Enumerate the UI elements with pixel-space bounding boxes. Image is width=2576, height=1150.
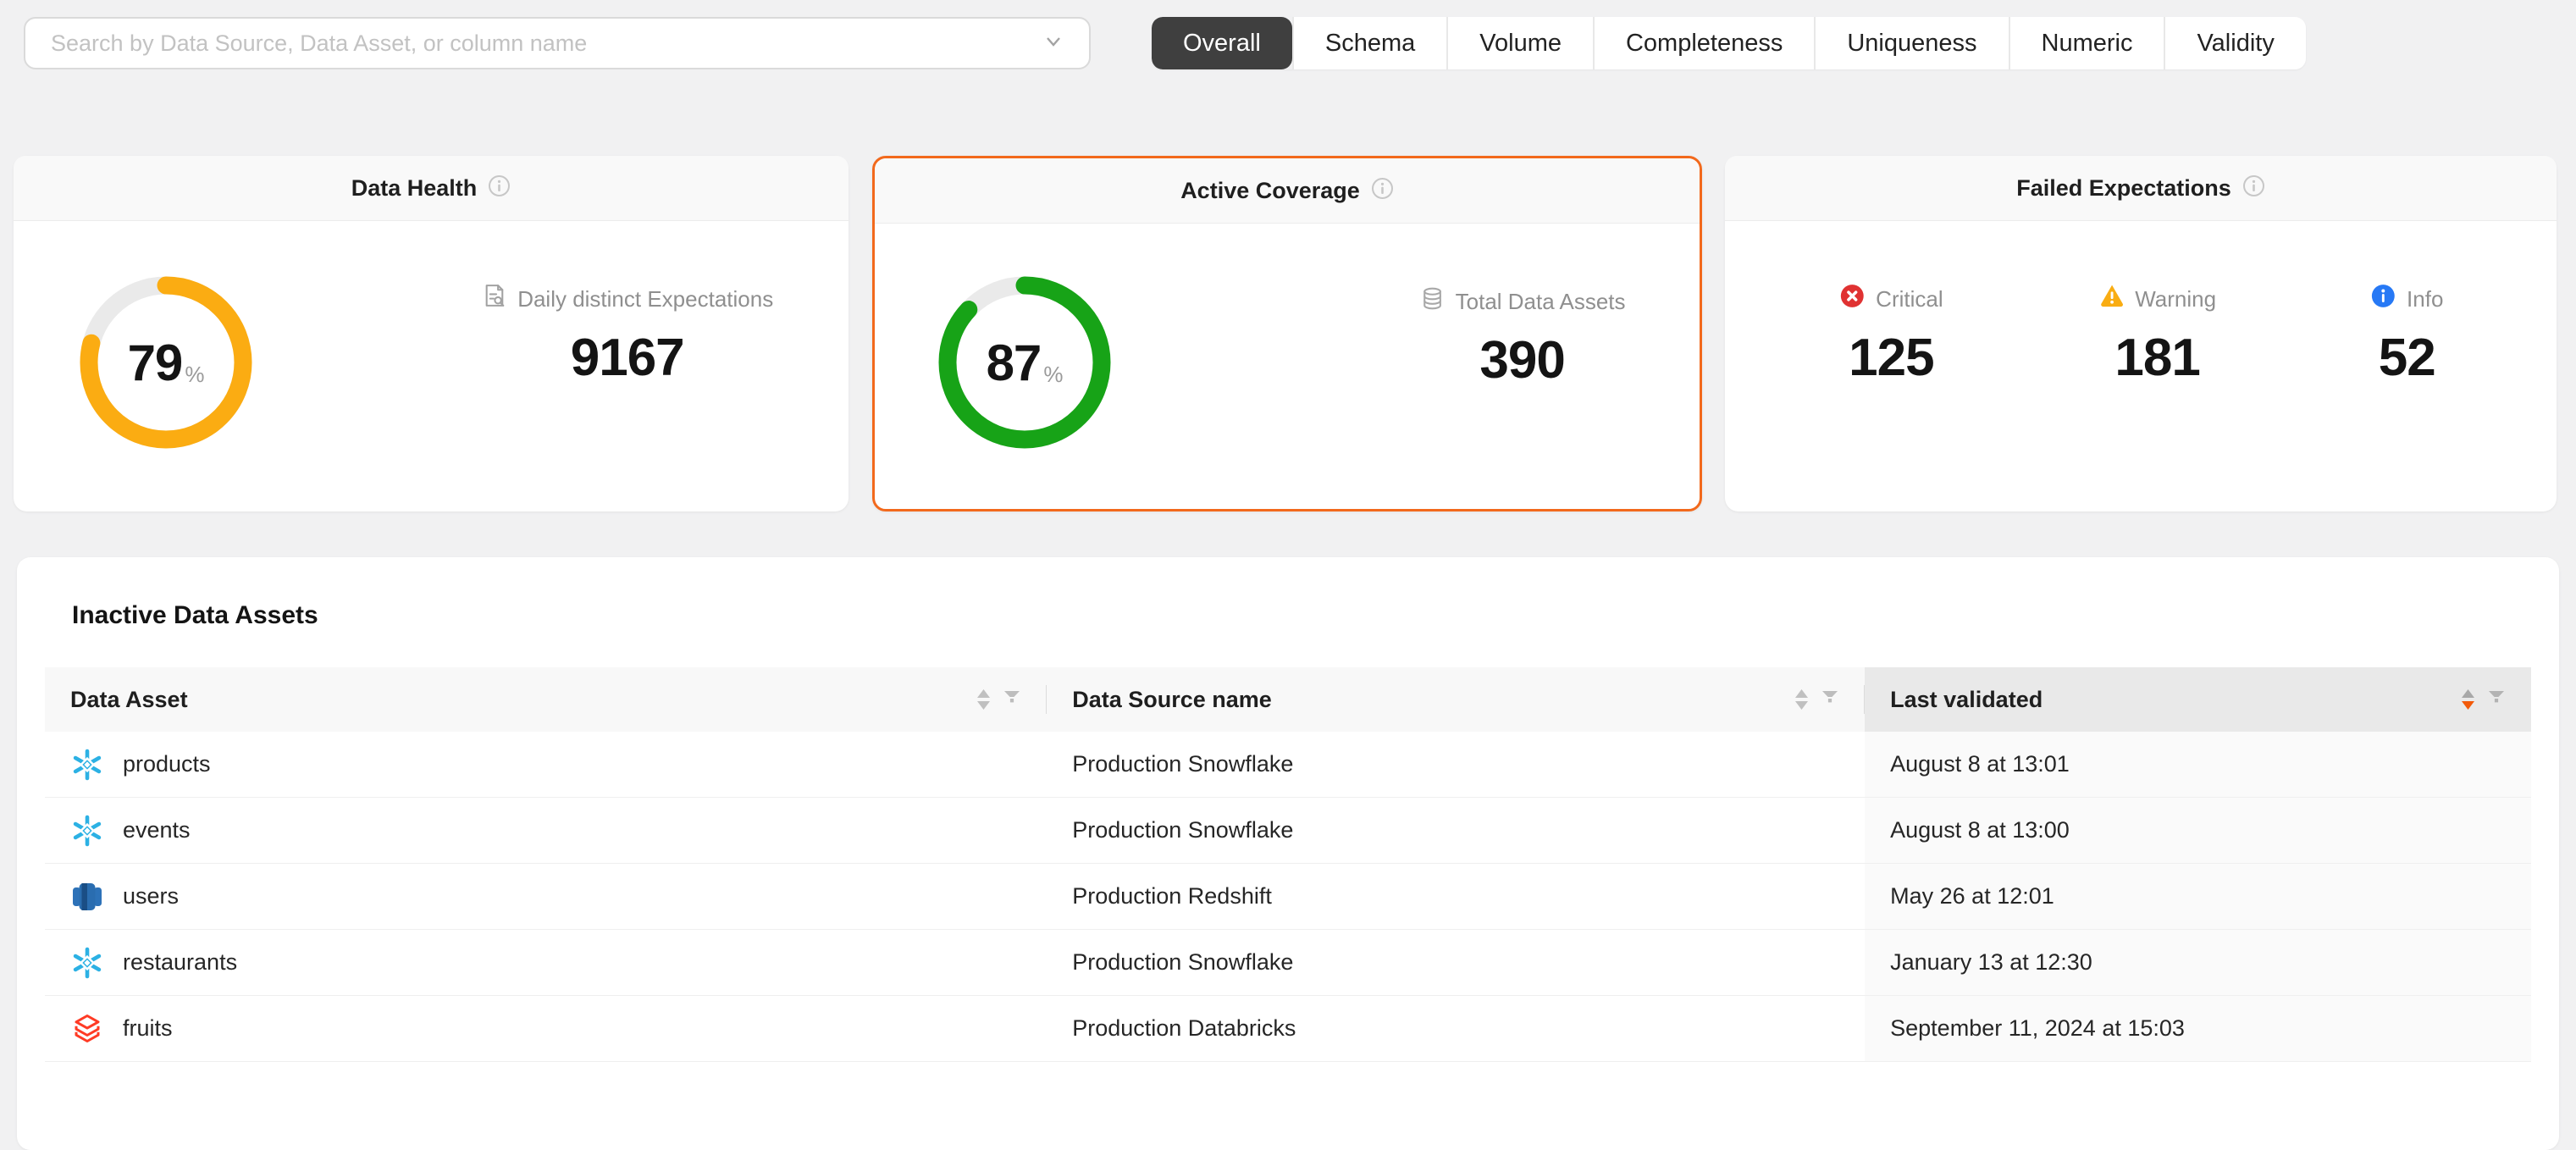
column-header-last-validated[interactable]: Last validated — [1865, 667, 2531, 732]
active-coverage-percent: 87 — [987, 334, 1042, 392]
metric-tabs: Overall Schema Volume Completeness Uniqu… — [1152, 17, 2306, 69]
warning-stat: Warning 181 — [2098, 283, 2216, 384]
asset-name[interactable]: fruits — [123, 1015, 173, 1042]
table-row[interactable]: users Production Redshift May 26 at 12:0… — [45, 864, 2531, 930]
asset-name[interactable]: restaurants — [123, 949, 237, 976]
last-validated-cell: August 8 at 13:01 — [1865, 732, 2531, 798]
stat-label: Total Data Assets — [1456, 289, 1626, 315]
panel-title: Inactive Data Assets — [72, 601, 318, 630]
sort-icon-descending-active[interactable] — [2462, 689, 2474, 710]
card-title: Failed Expectations — [2016, 175, 2231, 202]
warning-icon — [2098, 283, 2125, 315]
data-source-cell: Production Snowflake — [1047, 930, 1865, 996]
last-validated-cell: August 8 at 13:00 — [1865, 798, 2531, 864]
last-validated-cell: September 11, 2024 at 15:03 — [1865, 996, 2531, 1062]
active-coverage-card-header: Active Coverage — [875, 158, 1700, 224]
filter-icon[interactable] — [1003, 687, 1021, 713]
column-label: Data Asset — [70, 687, 188, 713]
daily-expectations-value: 9167 — [571, 332, 684, 384]
info-badge-icon — [2370, 283, 2396, 315]
data-source-cell: Production Snowflake — [1047, 732, 1865, 798]
stat-label: Critical — [1876, 286, 1943, 312]
tab-numeric[interactable]: Numeric — [2009, 17, 2164, 69]
critical-stat: Critical 125 — [1839, 283, 1943, 384]
stat-label: Info — [2407, 286, 2443, 312]
stat-label: Daily distinct Expectations — [517, 286, 773, 312]
daily-expectations-stat: Daily distinct Expectations 9167 — [481, 283, 773, 384]
info-icon[interactable] — [2242, 174, 2265, 202]
critical-value: 125 — [1849, 332, 1933, 384]
card-title: Data Health — [351, 175, 478, 202]
tab-volume[interactable]: Volume — [1446, 17, 1593, 69]
databricks-icon — [70, 1012, 104, 1046]
active-coverage-gauge: 87 % — [938, 276, 1111, 449]
info-value: 52 — [2379, 332, 2435, 384]
chevron-down-icon[interactable] — [1042, 30, 1065, 58]
asset-name[interactable]: products — [123, 751, 211, 777]
data-health-percent: 79 — [128, 334, 183, 392]
card-title: Active Coverage — [1180, 178, 1360, 204]
failed-expectations-card-header: Failed Expectations — [1725, 156, 2557, 221]
percent-sign: % — [185, 362, 204, 388]
stat-label: Warning — [2135, 286, 2216, 312]
info-icon[interactable] — [1371, 177, 1394, 204]
tab-overall[interactable]: Overall — [1152, 17, 1292, 69]
table-row[interactable]: events Production Snowflake August 8 at … — [45, 798, 2531, 864]
search-input[interactable] — [49, 30, 1028, 58]
inactive-data-assets-panel: Inactive Data Assets Data Asset Data Sou… — [17, 557, 2559, 1150]
active-coverage-card[interactable]: Active Coverage 87 % Total Data Assets — [872, 156, 1702, 511]
table-header-row: Data Asset Data Source name — [45, 667, 2531, 732]
data-source-cell: Production Databricks — [1047, 996, 1865, 1062]
warning-value: 181 — [2114, 332, 2199, 384]
inactive-data-assets-table: Data Asset Data Source name — [45, 667, 2531, 1062]
tab-uniqueness[interactable]: Uniqueness — [1814, 17, 2008, 69]
sort-icon[interactable] — [1795, 689, 1808, 710]
redshift-icon — [70, 880, 104, 914]
column-label: Data Source name — [1072, 687, 1272, 713]
table-row[interactable]: products Production Snowflake August 8 a… — [45, 732, 2531, 798]
info-stat: Info 52 — [2370, 283, 2443, 384]
total-data-assets-stat: Total Data Assets 390 — [1419, 285, 1626, 387]
column-header-data-source-name[interactable]: Data Source name — [1047, 667, 1865, 732]
asset-name[interactable]: events — [123, 817, 191, 843]
data-health-gauge: 79 % — [80, 276, 252, 449]
database-icon — [1419, 285, 1446, 318]
data-source-cell: Production Snowflake — [1047, 798, 1865, 864]
tab-schema[interactable]: Schema — [1292, 17, 1446, 69]
critical-icon — [1839, 283, 1866, 315]
tab-validity[interactable]: Validity — [2164, 17, 2305, 69]
last-validated-cell: May 26 at 12:01 — [1865, 864, 2531, 930]
document-search-icon — [481, 283, 507, 315]
data-health-card-header: Data Health — [14, 156, 849, 221]
total-data-assets-value: 390 — [1479, 334, 1564, 387]
filter-icon[interactable] — [1821, 687, 1839, 713]
snowflake-icon — [70, 946, 104, 980]
last-validated-cell: January 13 at 12:30 — [1865, 930, 2531, 996]
sort-icon[interactable] — [977, 689, 990, 710]
filter-icon[interactable] — [2487, 687, 2506, 713]
table-row[interactable]: restaurants Production Snowflake January… — [45, 930, 2531, 996]
snowflake-icon — [70, 814, 104, 848]
data-source-cell: Production Redshift — [1047, 864, 1865, 930]
table-row[interactable]: fruits Production Databricks September 1… — [45, 996, 2531, 1062]
info-icon[interactable] — [488, 174, 511, 202]
snowflake-icon — [70, 748, 104, 782]
data-health-card[interactable]: Data Health 79 % Daily distinct Expectat… — [14, 156, 849, 511]
asset-name[interactable]: users — [123, 883, 179, 909]
percent-sign: % — [1043, 362, 1063, 388]
column-header-data-asset[interactable]: Data Asset — [45, 667, 1047, 732]
search-box[interactable] — [24, 17, 1091, 69]
column-label: Last validated — [1890, 687, 2043, 713]
tab-completeness[interactable]: Completeness — [1593, 17, 1814, 69]
failed-expectations-card[interactable]: Failed Expectations Critical 125 — [1725, 156, 2557, 511]
